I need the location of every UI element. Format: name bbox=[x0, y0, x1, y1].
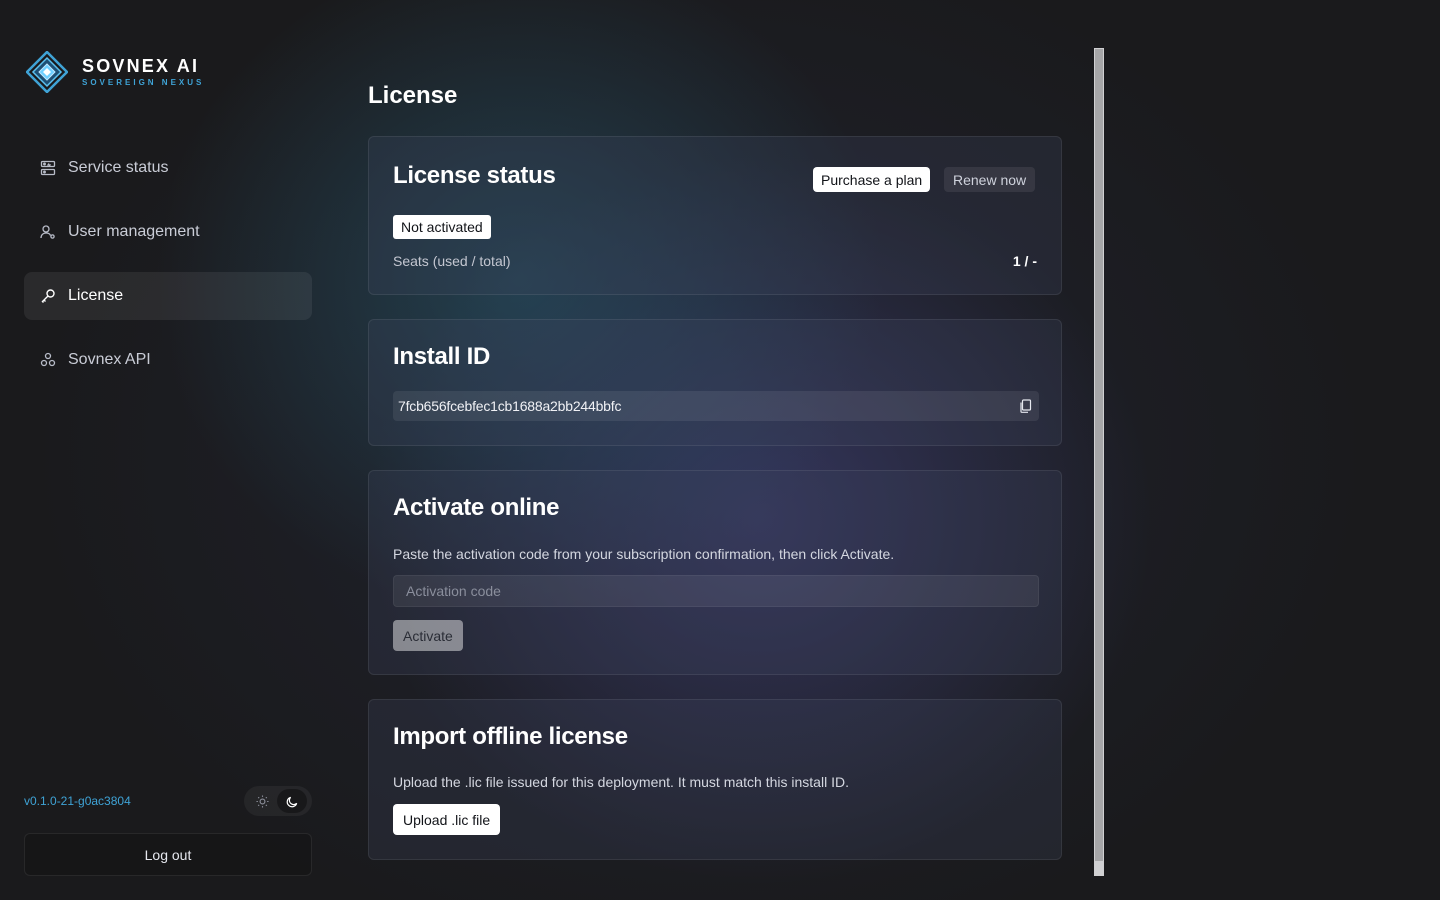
dark-theme-button[interactable] bbox=[277, 789, 307, 813]
logout-button[interactable]: Log out bbox=[24, 833, 312, 876]
sovnex-logo-icon bbox=[26, 51, 68, 93]
moon-icon bbox=[286, 796, 297, 807]
light-theme-button[interactable] bbox=[247, 789, 277, 813]
install-id-value: 7fcb656fcebfec1cb1688a2bb244bbfc bbox=[398, 398, 622, 414]
sidebar-item-label: User management bbox=[68, 223, 200, 240]
key-icon bbox=[39, 287, 57, 305]
sun-icon bbox=[255, 794, 269, 808]
activate-button[interactable]: Activate bbox=[393, 620, 463, 651]
license-status-card: License status Purchase a plan Renew now… bbox=[368, 136, 1062, 295]
sidebar-item-service-status[interactable]: Service status bbox=[24, 144, 312, 192]
service-status-icon bbox=[39, 159, 57, 177]
user-icon bbox=[39, 223, 57, 241]
import-offline-title: Import offline license bbox=[393, 723, 628, 750]
api-icon bbox=[39, 351, 57, 369]
page-title: License bbox=[368, 82, 458, 109]
import-offline-description: Upload the .lic file issued for this dep… bbox=[393, 774, 849, 790]
seats-label: Seats (used / total) bbox=[393, 253, 511, 269]
activate-online-card: Activate online Paste the activation cod… bbox=[368, 470, 1062, 675]
import-offline-card: Import offline license Upload the .lic f… bbox=[368, 699, 1062, 860]
activate-online-title: Activate online bbox=[393, 494, 560, 521]
copy-button[interactable] bbox=[1015, 396, 1035, 416]
theme-toggle[interactable] bbox=[244, 786, 312, 816]
sidebar-item-label: License bbox=[68, 287, 124, 304]
sidebar-item-sovnex-api[interactable]: Sovnex API bbox=[24, 336, 312, 384]
sidebar: SOVNEX AI SOVEREIGN NEXUS Service status bbox=[0, 0, 336, 900]
sidebar-item-user-management[interactable]: User management bbox=[24, 208, 312, 256]
renew-now-button[interactable]: Renew now bbox=[944, 167, 1036, 192]
sidebar-item-label: Sovnex API bbox=[68, 351, 151, 368]
seats-value: 1 / - bbox=[1012, 253, 1037, 269]
brand-subtitle: SOVEREIGN NEXUS bbox=[82, 77, 205, 87]
brand[interactable]: SOVNEX AI SOVEREIGN NEXUS bbox=[26, 51, 204, 93]
activation-code-input[interactable] bbox=[393, 575, 1039, 607]
scrollbar-thumb[interactable] bbox=[1095, 49, 1103, 861]
activate-description: Paste the activation code from your subs… bbox=[393, 546, 895, 562]
license-status-title: License status bbox=[393, 162, 556, 189]
sidebar-nav: Service status User management License S… bbox=[24, 144, 312, 400]
status-badge: Not activated bbox=[393, 215, 491, 239]
install-id-card: Install ID 7fcb656fcebfec1cb1688a2bb244b… bbox=[368, 319, 1062, 446]
version-label: v0.1.0-21-g0ac3804 bbox=[24, 794, 131, 808]
sidebar-item-license[interactable]: License bbox=[24, 272, 312, 320]
copy-icon bbox=[1019, 399, 1031, 413]
purchase-plan-button[interactable]: Purchase a plan bbox=[813, 167, 931, 192]
install-id-title: Install ID bbox=[393, 343, 491, 370]
brand-title: SOVNEX AI bbox=[82, 55, 200, 76]
sidebar-item-label: Service status bbox=[68, 159, 169, 176]
upload-lic-button[interactable]: Upload .lic file bbox=[393, 804, 501, 835]
install-id-field[interactable]: 7fcb656fcebfec1cb1688a2bb244bbfc bbox=[393, 391, 1039, 421]
scrollbar[interactable] bbox=[1094, 48, 1104, 876]
